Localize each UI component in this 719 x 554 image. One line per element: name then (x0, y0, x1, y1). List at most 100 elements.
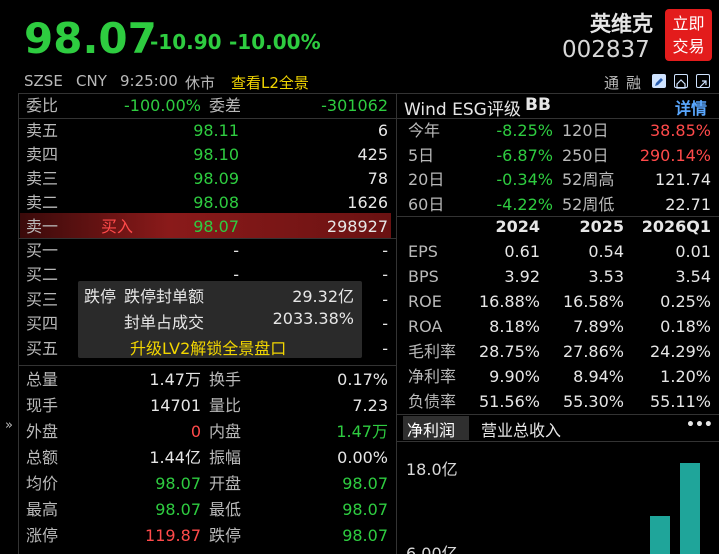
stat-value: 7.23 (352, 396, 388, 415)
tab-net-profit-label: 净利润 (407, 421, 456, 440)
perf-label: 20日 (408, 170, 445, 189)
limit-down-tag: 跌停 (84, 287, 117, 306)
esg-label: Wind ESG评级 (404, 100, 521, 120)
fin-value: 8.94% (573, 367, 624, 386)
tab-net-profit[interactable]: 净利润 (403, 416, 469, 440)
stat-value: 14701 (150, 396, 201, 415)
ask-volume: 6 (377, 121, 388, 140)
ask-price: 98.11 (193, 121, 239, 140)
fin-value: 0.01 (675, 242, 711, 261)
weibi-label: 委比 (26, 96, 59, 115)
perf-label: 今年 (408, 121, 441, 140)
weicha-value: -301062 (321, 96, 388, 115)
stat-label: 外盘 (26, 422, 59, 441)
perf-value: -8.25% (496, 121, 553, 140)
perf-value: -0.34% (496, 170, 553, 189)
chart-tick-bottom: 6.00亿 (406, 544, 458, 554)
l2-panorama-link[interactable]: 查看L2全景 (231, 72, 309, 93)
price-change-pct: -10.00% (229, 30, 321, 54)
stat-value: 0.17% (337, 370, 388, 389)
seal-ratio-label: 封单占成交 (124, 313, 205, 332)
bid-label: 买二 (26, 265, 59, 285)
perf-label: 52周低 (562, 194, 615, 214)
fin-label: 毛利率 (408, 342, 457, 361)
stat-label: 开盘 (209, 474, 242, 493)
stat-label: 总量 (26, 370, 59, 389)
fin-value: 3.54 (675, 267, 711, 286)
stat-label: 最低 (209, 500, 242, 519)
seal-amount-value: 29.32亿 (292, 287, 354, 306)
fin-label: EPS (408, 242, 438, 261)
ask-price: 98.08 (193, 193, 239, 212)
chart-bar-2026q1 (680, 463, 700, 554)
collapse-arrow-icon[interactable]: » (5, 418, 13, 433)
bid-label: 买五 (26, 338, 59, 358)
fin-value: 24.29% (649, 342, 711, 361)
fin-value: 27.86% (562, 342, 624, 361)
market-status: 休市 (185, 74, 216, 92)
price-change: -10.90 (150, 30, 222, 54)
home-icon[interactable] (674, 74, 688, 89)
fin-value: 55.11% (649, 392, 711, 411)
ask-volume: 1626 (347, 193, 388, 212)
esg-detail-link[interactable]: 详情 (675, 95, 707, 119)
ask-label: 卖四 (26, 145, 59, 164)
share-icon[interactable] (696, 74, 710, 88)
fin-value: 55.30% (562, 392, 624, 411)
current-price: 98.07 (24, 14, 157, 63)
fin-value: 9.90% (489, 367, 540, 386)
tab-revenue[interactable]: 营业总收入 (481, 417, 561, 441)
ask-volume: 425 (357, 145, 388, 164)
stat-label: 涨停 (26, 526, 59, 545)
fin-header: 2025 (579, 217, 624, 236)
upgrade-lv2-link[interactable]: 升级LV2解锁全景盘口 (130, 335, 286, 359)
stat-value: 98.07 (342, 474, 388, 493)
seal-amount-label: 跌停封单额 (124, 287, 205, 306)
stock-name: 英维克 (590, 12, 653, 36)
stat-value: 1.47万 (149, 370, 201, 389)
perf-label: 250日 (562, 145, 609, 165)
fin-label: ROA (408, 317, 443, 336)
fin-value: 3.92 (504, 267, 540, 286)
stat-label: 现手 (26, 396, 59, 415)
ask-price: 98.09 (193, 169, 239, 188)
fin-value: 7.89% (573, 317, 624, 336)
fin-value: 16.58% (562, 292, 624, 311)
seal-ratio-value: 2033.38% (272, 309, 354, 328)
more-icon[interactable]: ••• (686, 417, 713, 433)
ask-price: 98.10 (193, 145, 239, 164)
stat-value: 1.44亿 (149, 448, 201, 467)
fin-value: 3.53 (588, 267, 624, 286)
limit-down-popup: 跌停 跌停封单额 29.32亿 封单占成交 2033.38% 升级LV2解锁全景… (78, 281, 362, 358)
perf-value: -6.87% (496, 145, 553, 165)
fin-value: 1.20% (660, 367, 711, 386)
ask-label: 卖五 (26, 121, 59, 140)
ask-label: 卖三 (26, 169, 59, 188)
stat-value: 0.00% (337, 448, 388, 467)
fin-header: 2024 (495, 217, 540, 236)
perf-label: 5日 (408, 145, 435, 165)
perf-label: 120日 (562, 121, 609, 140)
trade-button-line1: 立即 (672, 14, 705, 33)
buy-in-button[interactable]: 买入 (101, 214, 133, 239)
tong-label[interactable]: 通 (604, 72, 619, 93)
quote-time: 9:25:00 (120, 72, 178, 90)
edit-icon[interactable] (652, 74, 666, 88)
weibi-value: -100.00% (124, 96, 201, 115)
fin-value: 16.88% (478, 292, 540, 311)
fin-value: 0.25% (660, 292, 711, 311)
perf-value: -4.22% (496, 194, 553, 214)
fin-value: 8.18% (489, 317, 540, 336)
rong-label[interactable]: 融 (626, 72, 641, 93)
stat-value: 98.07 (342, 500, 388, 519)
ask-label: 卖一 (26, 217, 59, 236)
stock-code: 002837 (562, 37, 650, 63)
stat-value: 1.47万 (336, 422, 388, 441)
perf-label: 60日 (408, 194, 445, 214)
fin-value: 0.18% (660, 317, 711, 336)
trade-button[interactable]: 立即 交易 (665, 9, 712, 61)
fin-label: 净利率 (408, 367, 457, 386)
trade-button-line2: 交易 (672, 37, 705, 56)
stat-label: 换手 (209, 370, 242, 389)
perf-value: 38.85% (649, 121, 711, 140)
